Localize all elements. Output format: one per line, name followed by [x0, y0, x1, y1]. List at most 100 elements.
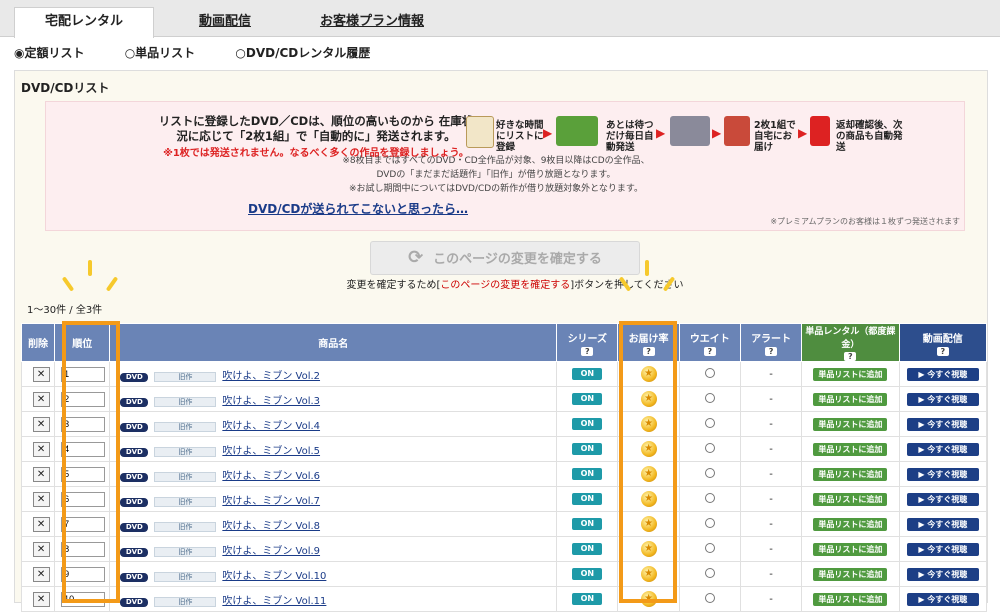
radio-rental-history[interactable]: ○DVD/CDレンタル履歴 — [235, 46, 388, 60]
old-title-badge: 旧作 — [154, 546, 217, 557]
product-title-link[interactable]: 吹けよ、ミブン Vol.7 — [222, 496, 320, 507]
tab-delivery-rental[interactable]: 宅配レンタル — [14, 7, 154, 38]
help-icon[interactable]: ? — [936, 346, 949, 356]
help-icon[interactable]: ? — [581, 346, 594, 356]
watch-now-button[interactable]: ▶ 今すぐ視聴 — [906, 392, 979, 406]
product-title-link[interactable]: 吹けよ、ミブン Vol.8 — [222, 521, 320, 532]
delete-button[interactable]: ✕ — [32, 466, 50, 482]
add-to-single-list-button[interactable]: 単品リストに追加 — [813, 392, 888, 406]
radio-single-list[interactable]: ○単品リスト — [125, 46, 214, 60]
delete-button[interactable]: ✕ — [32, 391, 50, 407]
dvd-badge: DVD — [120, 522, 149, 532]
confirm-changes-button[interactable]: ⟳ このページの変更を確定する — [370, 241, 640, 275]
product-title-link[interactable]: 吹けよ、ミブン Vol.2 — [222, 371, 320, 382]
help-icon[interactable]: ? — [844, 352, 857, 361]
weight-radio[interactable] — [704, 367, 715, 378]
cell-alert: - — [739, 586, 803, 612]
watch-now-button[interactable]: ▶ 今すぐ視聴 — [906, 492, 979, 506]
dvd-cd-list-panel: DVD/CDリスト リストに登録したDVD／CDは、順位の高いものから 在庫状況… — [14, 70, 988, 612]
delete-button[interactable]: ✕ — [32, 591, 50, 607]
weight-radio[interactable] — [704, 592, 715, 603]
series-on-toggle[interactable]: ON — [572, 568, 603, 580]
step-4: 返却確認後、次の商品も自動発送 — [836, 120, 903, 153]
weight-radio[interactable] — [704, 542, 715, 553]
radio-fixed-list[interactable]: ◉定額リスト — [14, 46, 103, 60]
series-on-toggle[interactable]: ON — [572, 543, 603, 555]
table-row: ✕DVD旧作吹けよ、ミブン Vol.11ON★-単品リストに追加▶ 今すぐ視聴 — [20, 586, 988, 612]
product-title-link[interactable]: 吹けよ、ミブン Vol.3 — [222, 396, 320, 407]
cell-streaming: ▶ 今すぐ視聴 — [898, 461, 988, 487]
delete-button[interactable]: ✕ — [32, 541, 50, 557]
delete-button[interactable]: ✕ — [32, 566, 50, 582]
watch-now-button[interactable]: ▶ 今すぐ視聴 — [906, 567, 979, 581]
weight-radio[interactable] — [704, 392, 715, 403]
watch-now-button[interactable]: ▶ 今すぐ視聴 — [906, 417, 979, 431]
dvd-badge: DVD — [120, 472, 149, 482]
premium-note: ※プレミアムプランのお客様は１枚ずつ発送されます — [770, 217, 960, 226]
not-delivered-link[interactable]: DVD/CDが送られてこないと思ったら… — [248, 200, 468, 217]
add-to-single-list-button[interactable]: 単品リストに追加 — [813, 517, 888, 531]
add-to-single-list-button[interactable]: 単品リストに追加 — [813, 417, 888, 431]
weight-radio[interactable] — [704, 492, 715, 503]
series-on-toggle[interactable]: ON — [572, 368, 603, 380]
promo-main-text: リストに登録したDVD／CDは、順位の高いものから 在庫状況に応じて「2枚1組」… — [158, 114, 474, 143]
cell-delete: ✕ — [20, 436, 56, 462]
watch-now-button[interactable]: ▶ 今すぐ視聴 — [906, 467, 979, 481]
add-to-single-list-button[interactable]: 単品リストに追加 — [813, 367, 888, 381]
add-to-single-list-button[interactable]: 単品リストに追加 — [813, 592, 888, 606]
series-on-toggle[interactable]: ON — [572, 443, 603, 455]
tab-streaming[interactable]: 動画配信 — [160, 8, 290, 36]
refresh-icon: ⟳ — [408, 247, 424, 268]
arrow-icon: ▶ — [798, 126, 808, 140]
delete-button[interactable]: ✕ — [32, 441, 50, 457]
product-title-link[interactable]: 吹けよ、ミブン Vol.11 — [222, 596, 326, 607]
weight-radio[interactable] — [704, 567, 715, 578]
panel-title: DVD/CDリスト — [21, 81, 110, 95]
series-on-toggle[interactable]: ON — [572, 393, 603, 405]
delete-button[interactable]: ✕ — [32, 491, 50, 507]
add-to-single-list-button[interactable]: 単品リストに追加 — [813, 442, 888, 456]
old-title-badge: 旧作 — [154, 421, 217, 432]
add-to-single-list-button[interactable]: 単品リストに追加 — [813, 492, 888, 506]
weight-radio[interactable] — [704, 467, 715, 478]
dvd-badge: DVD — [120, 397, 149, 407]
series-on-toggle[interactable]: ON — [572, 518, 603, 530]
note-line: ※8枚目まではすべてのDVD・CD全作品が対象、9枚目以降はCDの全作品、 — [342, 156, 650, 166]
series-on-toggle[interactable]: ON — [572, 593, 603, 605]
watch-now-button[interactable]: ▶ 今すぐ視聴 — [906, 592, 979, 606]
help-icon[interactable]: ? — [703, 346, 716, 356]
watch-now-button[interactable]: ▶ 今すぐ視聴 — [906, 442, 979, 456]
weight-radio[interactable] — [704, 517, 715, 528]
watch-now-button[interactable]: ▶ 今すぐ視聴 — [906, 517, 979, 531]
product-title-link[interactable]: 吹けよ、ミブン Vol.5 — [222, 446, 320, 457]
series-on-toggle[interactable]: ON — [572, 468, 603, 480]
cell-streaming: ▶ 今すぐ視聴 — [898, 511, 988, 537]
add-to-single-list-button[interactable]: 単品リストに追加 — [813, 467, 888, 481]
cell-product: DVD 旧作 吹けよ、ミブン Vol.8 — [109, 511, 558, 537]
table-row: ✕DVD旧作吹けよ、ミブン Vol.4ON★-単品リストに追加▶ 今すぐ視聴 — [20, 411, 988, 437]
delete-button[interactable]: ✕ — [32, 366, 50, 382]
add-to-single-list-button[interactable]: 単品リストに追加 — [813, 567, 888, 581]
cell-product: DVD 旧作 吹けよ、ミブン Vol.11 — [109, 586, 558, 612]
old-title-badge: 旧作 — [154, 471, 217, 482]
delete-button[interactable]: ✕ — [32, 516, 50, 532]
note-line: ※お試し期間中についてはDVD/CDの新作が借り放題対象外となります。 — [348, 184, 644, 194]
weight-radio[interactable] — [704, 417, 715, 428]
help-icon[interactable]: ? — [765, 346, 778, 356]
series-on-toggle[interactable]: ON — [572, 493, 603, 505]
add-to-single-list-button[interactable]: 単品リストに追加 — [813, 542, 888, 556]
tab-plan-info[interactable]: お客様プラン情報 — [292, 8, 452, 36]
radio-rental-history-label: DVD/CDレンタル履歴 — [245, 46, 371, 60]
product-title-link[interactable]: 吹けよ、ミブン Vol.10 — [222, 571, 326, 582]
delete-button[interactable]: ✕ — [32, 416, 50, 432]
cell-single-rental: 単品リストに追加 — [801, 361, 900, 387]
table-body: ✕DVD旧作吹けよ、ミブン Vol.2ON★-単品リストに追加▶ 今すぐ視聴✕D… — [20, 361, 988, 612]
series-on-toggle[interactable]: ON — [572, 418, 603, 430]
product-title-link[interactable]: 吹けよ、ミブン Vol.4 — [222, 421, 320, 432]
watch-now-button[interactable]: ▶ 今すぐ視聴 — [906, 367, 979, 381]
weight-radio[interactable] — [704, 442, 715, 453]
product-title-link[interactable]: 吹けよ、ミブン Vol.6 — [222, 471, 320, 482]
watch-now-button[interactable]: ▶ 今すぐ視聴 — [906, 542, 979, 556]
cell-series: ON — [556, 536, 619, 562]
product-title-link[interactable]: 吹けよ、ミブン Vol.9 — [222, 546, 320, 557]
